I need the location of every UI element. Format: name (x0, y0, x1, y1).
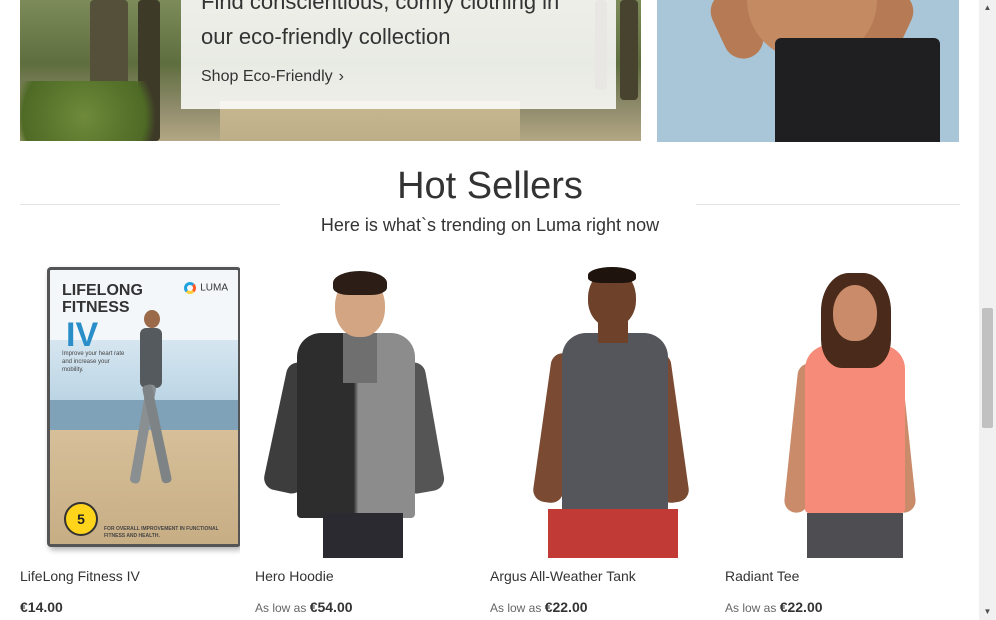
eco-friendly-banner[interactable]: Find conscientious, comfy clothing in ou… (20, 0, 641, 141)
pants (323, 513, 403, 558)
product-card-radiant-tee: Radiant Tee As low as €22.00 (725, 263, 945, 615)
luma-logo: LUMA (184, 282, 228, 294)
product-image[interactable] (725, 263, 945, 558)
tree-trunk-image (620, 0, 638, 100)
dvd-tagline: Improve your heart rate and increase you… (62, 351, 125, 373)
product-card-lifelong-fitness: LIFELONG FITNESS IV LUMA Improve your he… (20, 263, 240, 615)
price-value: €22.00 (544, 599, 588, 615)
product-name[interactable]: LifeLong Fitness IV (20, 568, 140, 584)
hot-sellers-title: Hot Sellers (397, 165, 583, 207)
model-head (833, 285, 877, 341)
product-price: As low as €22.00 (490, 599, 588, 615)
product-image[interactable] (490, 263, 710, 558)
runner-image (129, 310, 173, 510)
product-name[interactable]: Argus All-Weather Tank (490, 568, 636, 584)
leggings-image (775, 38, 940, 142)
product-name[interactable]: Hero Hoodie (255, 568, 334, 584)
product-price: €14.00 (20, 599, 63, 615)
price-value: €54.00 (309, 599, 353, 615)
price-value: €14.00 (20, 599, 63, 615)
product-card-argus-tank: Argus All-Weather Tank As low as €22.00 (490, 263, 710, 615)
vertical-scrollbar[interactable]: ▲ ▼ (979, 0, 996, 620)
scrollbar-thumb[interactable] (982, 308, 993, 428)
chevron-right-icon: › (338, 68, 344, 85)
model-image (725, 263, 945, 558)
promo-line-1: Find conscientious, comfy clothing in (201, 0, 560, 14)
price-value: €22.00 (779, 599, 823, 615)
product-name[interactable]: Radiant Tee (725, 568, 799, 584)
dvd-footer-text: FOR OVERALL IMPROVEMENT IN FUNCTIONAL FI… (104, 526, 219, 539)
foliage-image (20, 81, 180, 141)
product-image[interactable]: LIFELONG FITNESS IV LUMA Improve your he… (20, 263, 240, 558)
dvd-title-line-2: FITNESS (62, 299, 130, 316)
pants-banner[interactable] (657, 0, 959, 142)
price-prefix: As low as (490, 601, 542, 615)
shop-eco-friendly-link[interactable]: Shop Eco-Friendly › (201, 68, 344, 86)
shorts (548, 509, 678, 558)
model-image (490, 263, 710, 558)
dvd-title-line-1: LIFELONG (62, 282, 143, 299)
product-card-hero-hoodie: Hero Hoodie As low as €54.00 (255, 263, 475, 615)
tshirt (805, 345, 905, 513)
scroll-up-arrow-icon[interactable]: ▲ (979, 0, 996, 16)
model-image (255, 263, 475, 558)
price-prefix: As low as (725, 601, 777, 615)
hot-sellers-subtitle: Here is what`s trending on Luma right no… (320, 215, 660, 235)
model-hair (588, 267, 636, 283)
scroll-down-arrow-icon[interactable]: ▼ (979, 604, 996, 620)
pants (807, 513, 903, 558)
dvd-cover: LIFELONG FITNESS IV LUMA Improve your he… (47, 267, 240, 547)
product-price: As low as €54.00 (255, 599, 353, 615)
workouts-badge: 5 (64, 502, 98, 536)
tshirt (343, 333, 377, 383)
tank-top (562, 333, 668, 513)
promo-line-2: our eco-friendly collection (201, 24, 451, 49)
runner-head (144, 310, 160, 328)
product-price: As low as €22.00 (725, 599, 823, 615)
price-prefix: As low as (255, 601, 307, 615)
luma-logo-text: LUMA (200, 282, 228, 294)
shop-eco-friendly-label: Shop Eco-Friendly (201, 68, 333, 85)
model-hair (333, 271, 387, 295)
dvd-title: LIFELONG FITNESS (62, 282, 143, 316)
page: Find conscientious, comfy clothing in ou… (0, 0, 996, 620)
product-image[interactable] (255, 263, 475, 558)
promo-box: Find conscientious, comfy clothing in ou… (181, 0, 616, 109)
promo-text: Find conscientious, comfy clothing in ou… (201, 0, 601, 54)
luma-logo-icon (184, 282, 197, 294)
runner-body (140, 328, 162, 388)
